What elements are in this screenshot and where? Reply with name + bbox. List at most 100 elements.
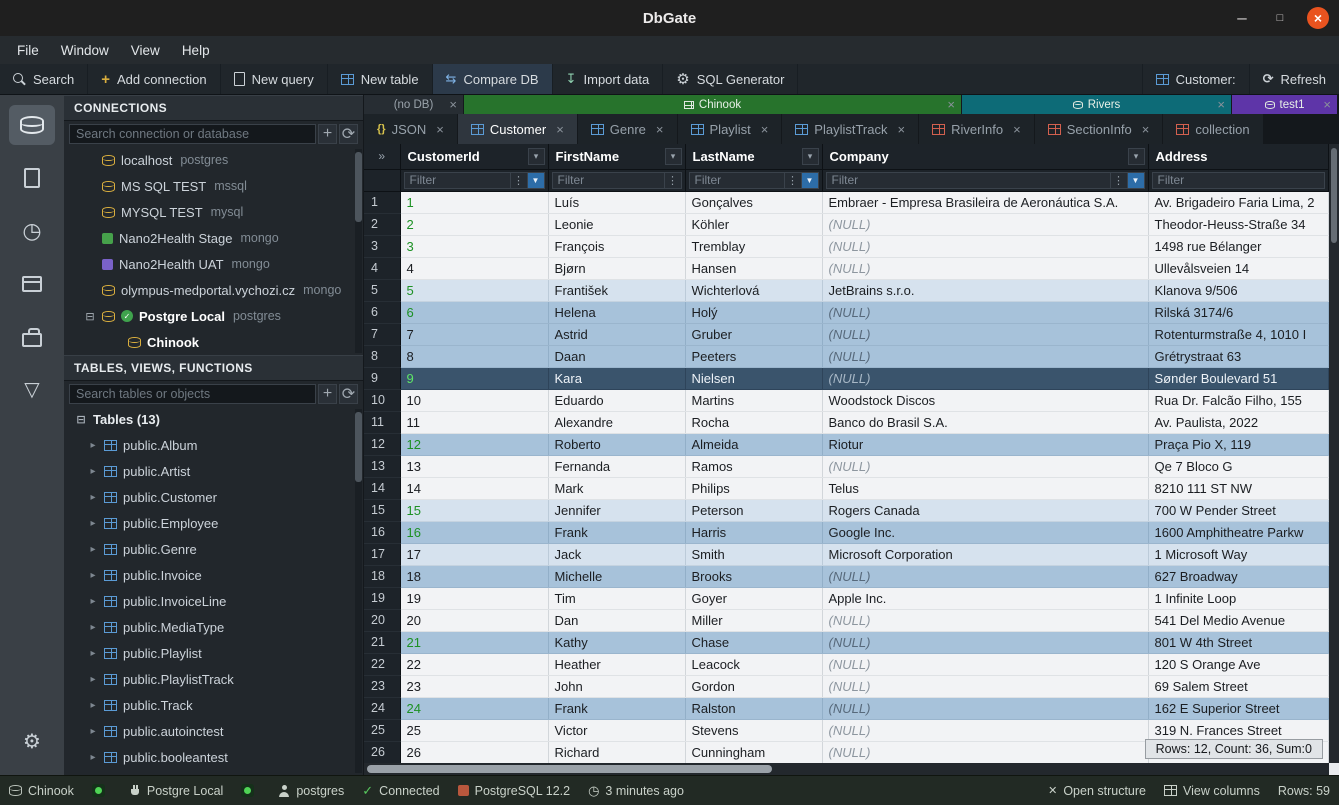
grid-corner-button[interactable]: » [364,144,400,169]
cell-address[interactable]: Sønder Boulevard 51 [1148,367,1329,389]
table-item[interactable]: public.MediaType [64,614,363,640]
activity-item[interactable] [9,105,55,145]
expander-icon[interactable]: ⊟ [75,413,87,426]
database-tab[interactable]: (no DB) × [364,95,464,114]
cell-address[interactable]: 627 Broadway [1148,565,1329,587]
cell-customerid[interactable]: 6 [400,301,548,323]
cell-lastname[interactable]: Ramos [685,455,822,477]
cell-firstname[interactable]: Tim [548,587,685,609]
cell-address[interactable]: Praça Pio X, 119 [1148,433,1329,455]
cell-firstname[interactable]: Luís [548,191,685,213]
cell-company[interactable]: (NULL) [822,455,1148,477]
cell-lastname[interactable]: Nielsen [685,367,822,389]
filter-menu-icon[interactable] [510,173,527,188]
cell-customerid[interactable]: 20 [400,609,548,631]
statusbar-item[interactable]: PostgreSQL 12.2 [449,784,579,798]
row-number[interactable]: 20 [364,609,400,631]
statusbar-item[interactable]: Open structure [1039,784,1155,798]
chevron-right-icon[interactable] [88,570,98,581]
table-item[interactable]: public.Album [64,432,363,458]
statusbar-item[interactable]: View columns [1155,784,1269,798]
statusbar-item[interactable]: Rows: 59 [1269,784,1339,798]
close-tab-icon[interactable]: × [898,122,906,137]
table-item[interactable]: public.booleantest [64,744,363,770]
statusbar-item[interactable] [83,784,120,797]
cell-company[interactable]: (NULL) [822,345,1148,367]
cell-address[interactable]: Grétrystraat 63 [1148,345,1329,367]
cell-address[interactable]: Qe 7 Bloco G [1148,455,1329,477]
tables-scrollbar[interactable] [355,409,362,773]
cell-address[interactable]: Rilská 3174/6 [1148,301,1329,323]
column-menu-chevron-icon[interactable] [1128,148,1145,165]
row-number[interactable]: 2 [364,213,400,235]
cell-company[interactable]: Embraer - Empresa Brasileira de Aeronáut… [822,191,1148,213]
cell-firstname[interactable]: Michelle [548,565,685,587]
row-number[interactable]: 15 [364,499,400,521]
filter-input[interactable]: Filter [827,173,1110,187]
row-number[interactable]: 3 [364,235,400,257]
cell-company[interactable]: (NULL) [822,301,1148,323]
cell-company[interactable]: (NULL) [822,235,1148,257]
connection-item[interactable]: ⊟ Postgre Local postgres [64,303,363,329]
table-item[interactable]: public.InvoiceLine [64,588,363,614]
cell-lastname[interactable]: Almeida [685,433,822,455]
connections-scrollbar[interactable] [355,149,362,353]
connection-item[interactable]: olympus-medportal.vychozi.cz mongo [64,277,363,303]
cell-address[interactable]: Ullevålsveien 14 [1148,257,1329,279]
cell-address[interactable]: 700 W Pender Street [1148,499,1329,521]
cell-company[interactable]: (NULL) [822,323,1148,345]
cell-company[interactable]: (NULL) [822,367,1148,389]
close-tab-icon[interactable]: × [1142,122,1150,137]
row-number[interactable]: 16 [364,521,400,543]
cell-address[interactable]: Rua Dr. Falcão Filho, 155 [1148,389,1329,411]
add-connection-icon-button[interactable]: + [318,124,337,144]
close-tab-icon[interactable]: × [449,97,457,112]
table-item[interactable]: public.Invoice [64,562,363,588]
cell-company[interactable]: Telus [822,477,1148,499]
chevron-right-icon[interactable] [88,726,98,737]
row-number[interactable]: 24 [364,697,400,719]
cell-lastname[interactable]: Cunningham [685,741,822,763]
toolbar-button[interactable]: Refresh [1249,64,1339,94]
cell-address[interactable]: 1600 Amphitheatre Parkw [1148,521,1329,543]
row-number[interactable]: 13 [364,455,400,477]
table-item[interactable]: public.Playlist [64,640,363,666]
filter-input[interactable]: Filter [1153,173,1325,187]
toolbar-button[interactable]: Customer: [1142,64,1249,94]
cell-company[interactable]: Woodstock Discos [822,389,1148,411]
column-header[interactable]: LastName [685,144,822,169]
cell-company[interactable]: (NULL) [822,257,1148,279]
activity-item[interactable] [9,158,55,198]
cell-lastname[interactable]: Tremblay [685,235,822,257]
cell-firstname[interactable]: Alexandre [548,411,685,433]
filter-menu-icon[interactable] [784,173,801,188]
filter-funnel-icon[interactable] [527,173,544,188]
chevron-right-icon[interactable] [88,674,98,685]
file-tab[interactable]: JSON × [364,114,458,144]
cell-lastname[interactable]: Gordon [685,675,822,697]
cell-customerid[interactable]: 24 [400,697,548,719]
statusbar-item[interactable]: Chinook [0,784,83,798]
cell-company[interactable]: (NULL) [822,213,1148,235]
cell-company[interactable]: (NULL) [822,631,1148,653]
cell-customerid[interactable]: 3 [400,235,548,257]
cell-address[interactable]: 1 Microsoft Way [1148,543,1329,565]
statusbar-item[interactable]: Postgre Local [120,784,232,798]
cell-company[interactable]: (NULL) [822,697,1148,719]
row-number[interactable]: 14 [364,477,400,499]
cell-lastname[interactable]: Peterson [685,499,822,521]
row-number[interactable]: 22 [364,653,400,675]
cell-address[interactable]: 8210 111 ST NW [1148,477,1329,499]
cell-lastname[interactable]: Chase [685,631,822,653]
row-number[interactable]: 7 [364,323,400,345]
cell-firstname[interactable]: Roberto [548,433,685,455]
objects-search-input[interactable] [69,384,316,404]
cell-customerid[interactable]: 18 [400,565,548,587]
settings-button[interactable] [9,721,55,761]
cell-address[interactable]: 1498 rue Bélanger [1148,235,1329,257]
row-number[interactable]: 6 [364,301,400,323]
connection-item[interactable]: Nano2Health UAT mongo [64,251,363,277]
cell-firstname[interactable]: Kathy [548,631,685,653]
row-number[interactable]: 23 [364,675,400,697]
activity-item[interactable] [9,264,55,304]
